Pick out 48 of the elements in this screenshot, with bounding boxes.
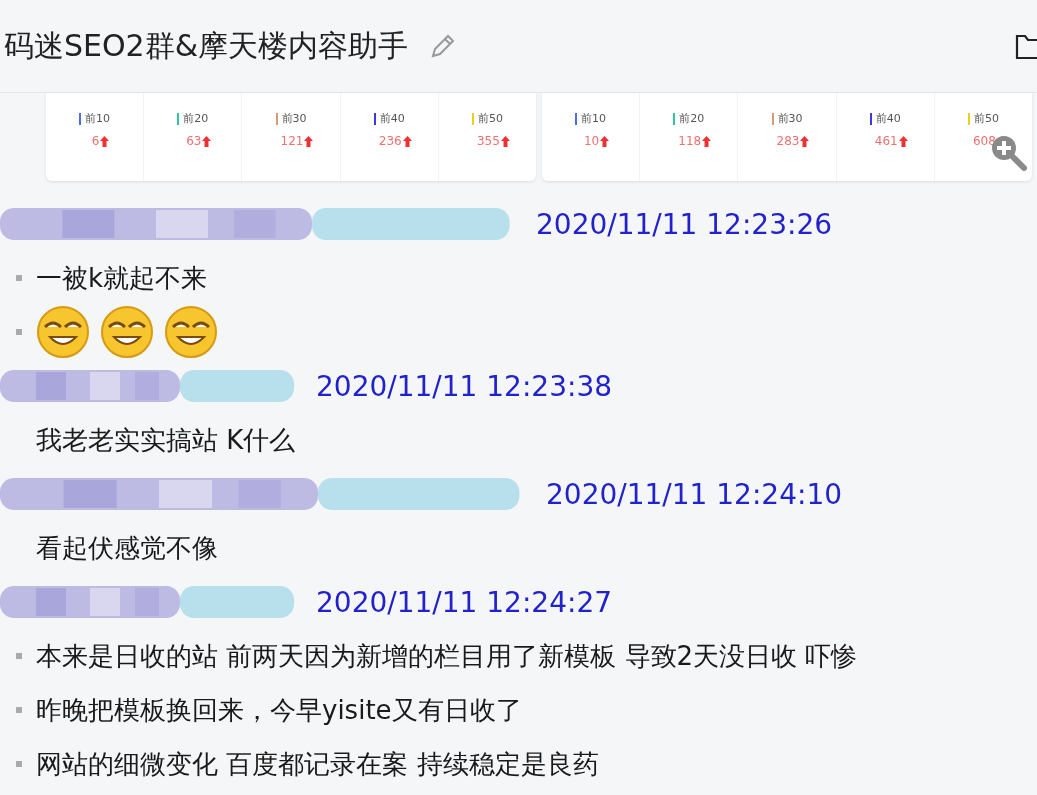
- stat-label: 前20: [679, 111, 705, 126]
- up-arrow-icon: [402, 135, 412, 147]
- up-arrow-icon: [702, 135, 712, 147]
- grinning-emoji-icon: [36, 305, 90, 359]
- up-arrow-icon: [600, 135, 610, 147]
- stat-value: 6: [91, 134, 100, 148]
- bullet: [16, 329, 22, 335]
- bullet: [16, 761, 22, 767]
- grinning-emoji-icon: [100, 305, 154, 359]
- up-arrow-icon: [898, 135, 908, 147]
- bullet: [16, 275, 22, 281]
- stat-value: 63: [186, 134, 202, 148]
- bullet: [16, 653, 22, 659]
- stat-label: 前30: [777, 111, 803, 126]
- up-arrow-icon: [500, 135, 510, 147]
- stat-value: 118: [678, 134, 702, 148]
- message-timestamp: 2020/11/11 12:23:38: [316, 369, 613, 403]
- message-text: 昨晚把模板换回来，今早yisite又有日收了: [36, 693, 522, 727]
- message-text: 看起伏感觉不像: [36, 531, 218, 565]
- up-arrow-icon: [100, 135, 110, 147]
- message-text: 本来是日收的站 前两天因为新增的栏目用了新模板 导致2天没日收 吓惨: [36, 639, 858, 673]
- stat-label: 前50: [477, 111, 503, 126]
- stat-value: 355: [476, 134, 500, 148]
- stat-label: 前10: [85, 111, 111, 126]
- stat-value: 283: [776, 134, 800, 148]
- stat-value: 461: [874, 134, 898, 148]
- stat-label: 前40: [379, 111, 405, 126]
- stat-value: 121: [280, 134, 304, 148]
- stat-value: 10: [583, 134, 600, 148]
- message-text: 一被k就起不来: [36, 261, 208, 295]
- grinning-emoji-icon: [164, 305, 218, 359]
- stat-label: 前20: [183, 111, 209, 126]
- stat-label: 前40: [875, 111, 901, 126]
- stat-label: 前10: [581, 111, 607, 126]
- stat-value: 236: [378, 134, 402, 148]
- up-arrow-icon: [304, 135, 314, 147]
- folder-icon[interactable]: [1015, 32, 1037, 60]
- up-arrow-icon: [202, 135, 212, 147]
- message-timestamp: 2020/11/11 12:24:27: [316, 585, 613, 619]
- message-timestamp: 2020/11/11 12:23:26: [536, 207, 833, 241]
- bullet: [16, 707, 22, 713]
- note-title: 码迷SEO2群&摩天楼内容助手: [4, 26, 409, 65]
- message-text: 我老老实实搞站 K什么: [36, 423, 296, 457]
- stat-label: 前50: [973, 111, 999, 126]
- up-arrow-icon: [800, 135, 810, 147]
- stat-label: 前30: [281, 111, 307, 126]
- message-timestamp: 2020/11/11 12:24:10: [546, 477, 843, 511]
- message-text: 网站的细微变化 百度都记录在案 持续稳定是良药: [36, 747, 599, 781]
